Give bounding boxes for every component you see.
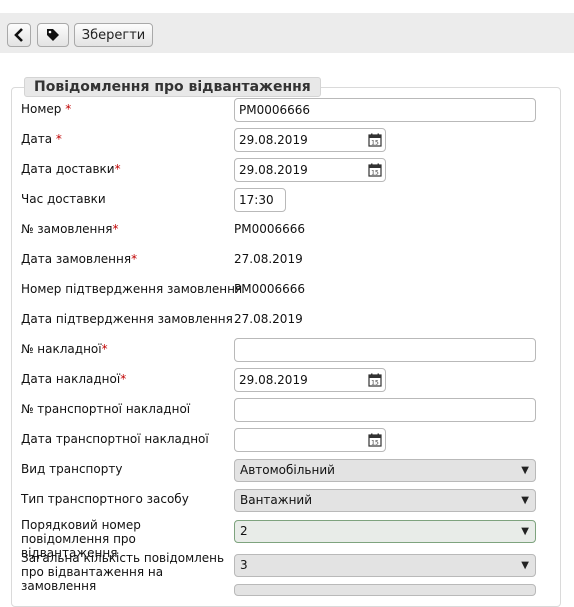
- calendar-icon[interactable]: 15: [368, 133, 382, 147]
- invoice-no-label: № накладної*: [21, 342, 108, 356]
- invoice-no-input[interactable]: [234, 338, 536, 362]
- tag-icon: [47, 29, 59, 41]
- order-date-label: Дата замовлення*: [21, 252, 138, 266]
- delivery-time-label: Час доставки: [21, 192, 106, 206]
- date-input[interactable]: 29.08.2019 15: [234, 128, 386, 152]
- confirm-date-value: 27.08.2019: [234, 312, 303, 326]
- required-mark: *: [101, 342, 108, 356]
- order-no-value: PM0006666: [234, 222, 306, 236]
- confirm-no-value: PM0006666: [234, 282, 306, 296]
- number-input[interactable]: PM0006666: [234, 98, 536, 122]
- required-mark: *: [55, 132, 62, 146]
- invoice-date-label: Дата накладної*: [21, 372, 127, 386]
- transport-type-label: Вид транспорту: [21, 462, 123, 476]
- back-button[interactable]: [7, 23, 31, 47]
- total-label: Загальна кількість повідомлень про відва…: [21, 551, 225, 593]
- section-title: Повідомлення про відвантаження: [24, 77, 321, 97]
- order-no-label: № замовлення*: [21, 222, 119, 236]
- required-mark: *: [131, 252, 138, 266]
- delivery-time-input[interactable]: 17:30: [234, 188, 286, 212]
- save-button[interactable]: Зберегти: [74, 23, 153, 47]
- delivery-date-label: Дата доставки*: [21, 162, 121, 176]
- calendar-icon[interactable]: 15: [368, 373, 382, 387]
- toolbar: Зберегти: [0, 13, 574, 53]
- total-select[interactable]: 3 ▼: [234, 554, 536, 577]
- vehicle-type-select[interactable]: Вантажний ▼: [234, 489, 536, 512]
- svg-text:15: 15: [371, 440, 379, 447]
- chevron-left-icon: [14, 28, 23, 42]
- dropdown-arrow-icon: ▼: [521, 560, 529, 571]
- calendar-icon[interactable]: 15: [368, 163, 382, 177]
- transport-invoice-no-label: № транспортної накладної: [21, 402, 191, 416]
- top-strip: [0, 0, 574, 13]
- transport-invoice-date-label: Дата транспортної накладної: [21, 432, 209, 446]
- dropdown-arrow-icon: ▼: [521, 526, 529, 537]
- transport-invoice-no-input[interactable]: [234, 398, 536, 422]
- date-label: Дата *: [21, 132, 62, 146]
- calendar-icon[interactable]: 15: [368, 433, 382, 447]
- vehicle-type-label: Тип транспортного засобу: [21, 492, 189, 506]
- order-date-value: 27.08.2019: [234, 252, 303, 266]
- svg-text:15: 15: [371, 170, 379, 177]
- confirm-date-label: Дата підтвердження замовлення: [21, 312, 233, 326]
- dropdown-arrow-icon: ▼: [521, 465, 529, 476]
- transport-invoice-date-input[interactable]: 15: [234, 428, 386, 452]
- transport-type-select[interactable]: Автомобільний ▼: [234, 459, 536, 482]
- invoice-date-input[interactable]: 29.08.2019 15: [234, 368, 386, 392]
- confirm-no-label: Номер підтвердження замовлення: [21, 282, 243, 296]
- seq-no-select[interactable]: 2 ▼: [234, 520, 536, 543]
- required-mark: *: [112, 222, 119, 236]
- tag-button[interactable]: [37, 23, 69, 47]
- delivery-date-input[interactable]: 29.08.2019 15: [234, 158, 386, 182]
- svg-text:15: 15: [371, 380, 379, 387]
- number-label: Номер *: [21, 102, 72, 116]
- required-mark: *: [65, 102, 72, 116]
- svg-text:15: 15: [371, 140, 379, 147]
- dropdown-arrow-icon: ▼: [521, 495, 529, 506]
- required-mark: *: [114, 162, 121, 176]
- required-mark: *: [120, 372, 127, 386]
